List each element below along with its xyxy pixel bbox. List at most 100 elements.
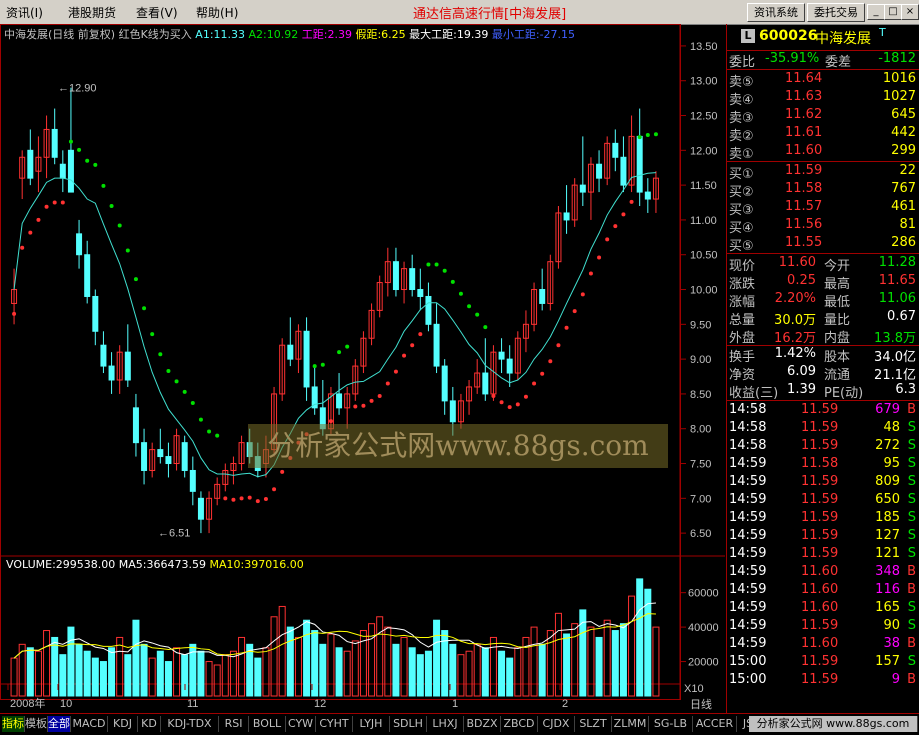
tick-time: 14:59 xyxy=(729,546,767,561)
close-icon[interactable]: × xyxy=(901,4,919,20)
stat-label: 现价 xyxy=(729,259,756,274)
trade-order-button[interactable]: 委托交易 xyxy=(807,3,865,22)
tab-www88gscom[interactable]: 分析家公式网 www.88gs.com xyxy=(749,716,918,732)
volume-bar xyxy=(416,654,424,697)
buy-row: 买④ 11.56 81 xyxy=(727,217,919,236)
tick-time: 14:59 xyxy=(729,474,767,489)
tab-kdj[interactable]: KDJ xyxy=(108,716,138,732)
tick-side: B xyxy=(907,564,916,579)
weicha-value: -1812 xyxy=(878,51,916,66)
volume-bar xyxy=(34,650,42,697)
menu-info[interactable]: 资讯(I) xyxy=(6,4,43,21)
tick-time: 14:59 xyxy=(729,456,767,471)
volume-bar xyxy=(530,626,538,697)
buy-price: 11.59 xyxy=(785,163,823,178)
signal-dot xyxy=(142,306,147,311)
tab-lyjh[interactable]: LYJH xyxy=(353,716,390,732)
volume-bar xyxy=(221,654,229,697)
sell-level-label: 卖② xyxy=(729,129,754,144)
tick-row: 14:59 11.59 185 S xyxy=(727,510,919,528)
tab-bdzx[interactable]: BDZX xyxy=(464,716,501,732)
tab-zlmm[interactable]: ZLMM xyxy=(612,716,649,732)
volume-bar xyxy=(75,643,83,697)
tab-item0[interactable]: 指标 xyxy=(2,716,25,732)
menu-help[interactable]: 帮助(H) xyxy=(196,4,238,21)
candle-body xyxy=(392,261,399,291)
tick-price: 11.59 xyxy=(801,402,839,417)
signal-dot xyxy=(36,217,41,222)
sell-level-label: 卖③ xyxy=(729,111,754,126)
volume-ma5: MA5:366473.59 xyxy=(118,558,206,571)
tick-row: 14:59 11.60 348 B xyxy=(727,564,919,582)
volume-bar xyxy=(587,626,595,697)
tab-zbcd[interactable]: ZBCD xyxy=(501,716,538,732)
tick-price: 11.59 xyxy=(801,510,839,525)
signal-dot xyxy=(12,311,17,316)
tick-row: 14:59 11.59 809 S xyxy=(727,474,919,492)
signal-dot xyxy=(426,262,431,267)
stat-value: 21.1亿 xyxy=(874,368,916,383)
tab-boll[interactable]: BOLL xyxy=(249,716,286,732)
info-system-button[interactable]: 资讯系统 xyxy=(747,3,805,22)
candle-body xyxy=(287,344,294,360)
menu-view[interactable]: 查看(V) xyxy=(136,4,178,21)
tab-kdjtdx[interactable]: KDJ-TDX xyxy=(161,716,219,732)
tab-sglb[interactable]: SG-LB xyxy=(649,716,693,732)
tab-cyw[interactable]: CYW xyxy=(286,716,316,732)
tab-item2[interactable]: 全部 xyxy=(48,716,71,732)
stat-value: 6.3 xyxy=(895,382,916,397)
stat-label: 涨跌 xyxy=(729,277,756,292)
signal-dot xyxy=(44,204,49,209)
tab-lhxj[interactable]: LHXJ xyxy=(427,716,464,732)
tick-row: 14:58 11.59 679 B xyxy=(727,402,919,420)
tab-sdlh[interactable]: SDLH xyxy=(390,716,427,732)
signal-dot xyxy=(312,364,317,369)
kline-chart[interactable]: ←12.90 ←6.51 13.50 13.00 12.50 12.00 11.50 11.… xyxy=(0,24,725,713)
tick-volume: 48 xyxy=(883,420,900,435)
tab-accer[interactable]: ACCER xyxy=(693,716,737,732)
tab-slzt[interactable]: SLZT xyxy=(575,716,612,732)
stat-label: 量比 xyxy=(824,313,851,328)
tick-price: 11.58 xyxy=(801,456,839,471)
signal-dot xyxy=(239,496,244,501)
signal-dot xyxy=(158,352,163,357)
sell-price: 11.61 xyxy=(785,125,823,140)
signal-dot xyxy=(507,405,512,410)
stat-label: PE(动) xyxy=(824,386,864,401)
volume-bar xyxy=(213,664,221,697)
candle-body xyxy=(644,191,651,200)
stat-row: 现价 11.60 今开 11.28 xyxy=(727,255,919,274)
volume-bar xyxy=(99,661,107,697)
signal-dot xyxy=(280,469,285,474)
buy-row: 买③ 11.57 461 xyxy=(727,199,919,218)
tab-kd[interactable]: KD xyxy=(138,716,161,732)
price-axis-label: 8.50 xyxy=(690,389,711,401)
tick-row: 14:58 11.59 48 S xyxy=(727,420,919,438)
weibi-value: -35.91% xyxy=(765,51,820,66)
signal-dot xyxy=(393,369,398,374)
sell-price: 11.64 xyxy=(785,71,823,86)
minimize-icon[interactable]: _ xyxy=(867,4,885,20)
buy-price: 11.55 xyxy=(785,235,823,250)
volume-bar xyxy=(619,623,627,697)
volume-bar xyxy=(51,636,59,697)
tick-side: S xyxy=(907,474,916,489)
tab-cjdx[interactable]: CJDX xyxy=(538,716,575,732)
restore-icon[interactable]: □ xyxy=(884,4,902,20)
buy-volume: 461 xyxy=(891,199,916,214)
candle-body xyxy=(108,365,115,381)
tab-cyht[interactable]: CYHT xyxy=(316,716,353,732)
signal-dot xyxy=(556,343,561,348)
volume-bar xyxy=(457,654,465,697)
candle-body xyxy=(612,142,619,158)
tick-side: S xyxy=(907,420,916,435)
candle-body xyxy=(124,351,131,381)
signal-dot xyxy=(475,312,480,317)
buy-level-label: 买③ xyxy=(729,203,754,218)
tab-macd[interactable]: MACD xyxy=(71,716,108,732)
tick-time: 14:59 xyxy=(729,528,767,543)
tab-rsi[interactable]: RSI xyxy=(219,716,249,732)
tab-item1[interactable]: 模板 xyxy=(25,716,48,732)
menu-hk-futures[interactable]: 港股期货 xyxy=(68,4,116,21)
price-axis-label: 7.50 xyxy=(690,459,711,471)
